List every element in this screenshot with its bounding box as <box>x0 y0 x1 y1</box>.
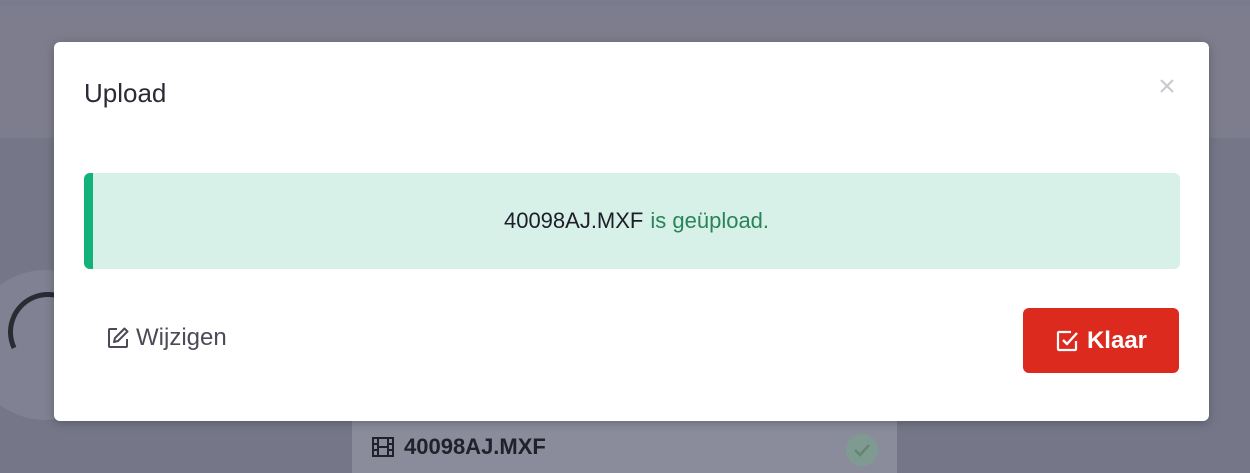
edit-button[interactable]: Wijzigen <box>106 324 227 352</box>
page: 40098AJ.MXF Upload 40098AJ.MXF is geüplo… <box>0 0 1250 473</box>
alert-filename: 40098AJ.MXF <box>503 208 644 233</box>
film-icon <box>372 436 394 457</box>
background-file-name: 40098AJ.MXF <box>404 433 546 459</box>
upload-modal: Upload 40098AJ.MXF is geüpload. Wijzigen <box>54 42 1209 421</box>
close-icon <box>1160 79 1174 93</box>
check-icon <box>846 434 878 466</box>
alert-message: is geüpload. <box>650 208 770 233</box>
edit-icon <box>106 326 130 350</box>
modal-title: Upload <box>84 78 167 108</box>
success-alert: 40098AJ.MXF is geüpload. <box>84 173 1180 269</box>
done-button-label: Klaar <box>1086 326 1148 354</box>
checkbox-check-icon <box>1055 329 1079 353</box>
done-button[interactable]: Klaar <box>1023 308 1179 373</box>
close-button[interactable] <box>1155 74 1179 98</box>
background-file-row: 40098AJ.MXF <box>352 420 897 473</box>
edit-button-label: Wijzigen <box>136 324 227 351</box>
